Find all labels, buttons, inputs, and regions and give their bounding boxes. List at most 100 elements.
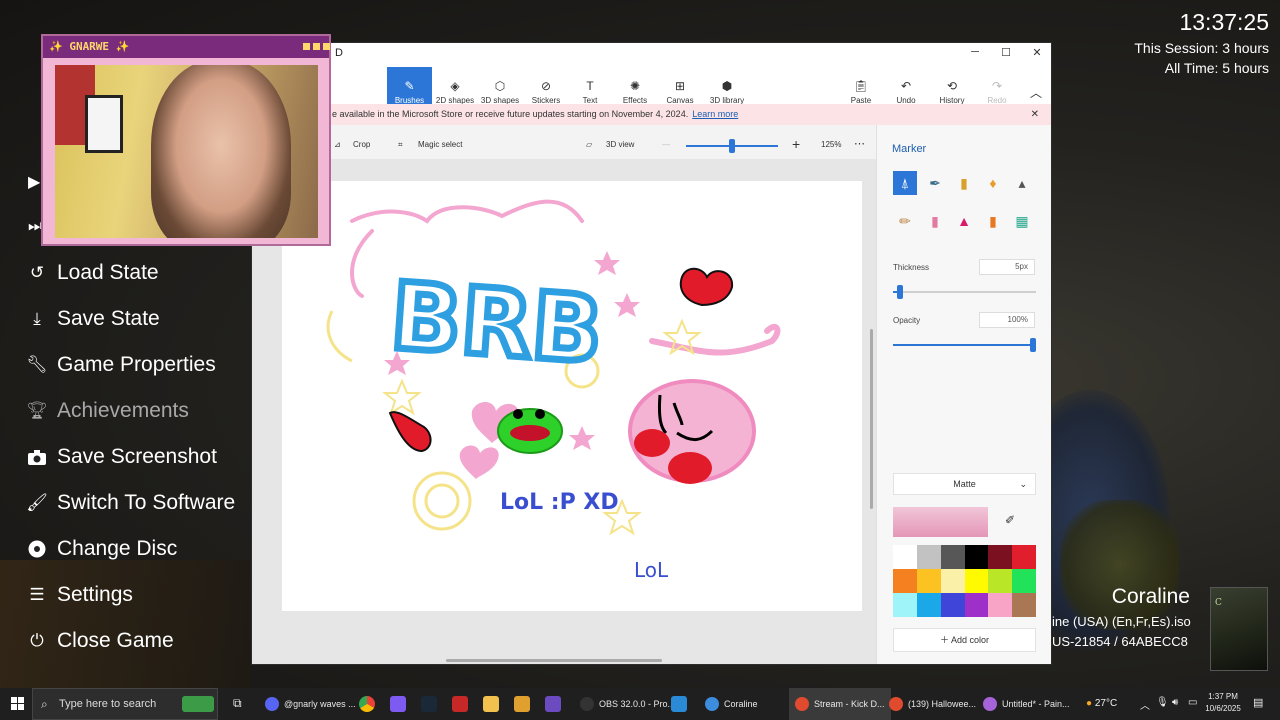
oil-brush-button[interactable]: ▮ [952, 171, 976, 195]
microphone-icon[interactable]: 🎙︎ [1156, 697, 1169, 708]
color-swatch[interactable] [1012, 593, 1036, 617]
thickness-value[interactable]: 5px [979, 259, 1035, 275]
pixel-pen-button[interactable]: ▴ [1010, 171, 1034, 195]
notification-icon[interactable]: ▤ [1253, 696, 1267, 710]
taskbar-app-youtube[interactable]: (139) Hallowee... [883, 688, 982, 720]
eraser-button[interactable]: ▮ [923, 209, 947, 233]
menu-item-game-properties[interactable]: 🔧︎ Game Properties [26, 348, 216, 382]
color-swatch[interactable] [1012, 545, 1036, 569]
zoom-in-button[interactable]: + [792, 136, 800, 152]
minimize-button[interactable]: ─ [960, 46, 990, 62]
crayon-button[interactable]: ▲ [952, 209, 976, 233]
color-swatch[interactable] [1012, 569, 1036, 593]
color-swatch[interactable] [988, 545, 1013, 569]
menu-item-save-state[interactable]: ⤓ Save State [27, 302, 160, 336]
taskbar-app-label: Untitled* - Pain... [1002, 699, 1070, 709]
color-swatch[interactable] [893, 569, 917, 593]
windows-start-icon[interactable] [11, 697, 25, 711]
view-3d-button[interactable]: 3D view [606, 140, 634, 149]
app-icon[interactable] [545, 696, 561, 712]
magic-select-button[interactable]: Magic select [418, 140, 462, 149]
taskbar-app-label: Stream - Kick D... [814, 699, 885, 709]
menu-item-change-disc[interactable]: Change Disc [27, 532, 177, 566]
vertical-scrollbar[interactable] [870, 329, 873, 509]
marker-brush-button[interactable]: ⍋ [893, 171, 917, 195]
sticker-icon: ⊘ [540, 79, 552, 93]
color-swatch[interactable] [964, 545, 989, 569]
search-highlight-icon[interactable] [182, 696, 214, 712]
opacity-value[interactable]: 100% [979, 312, 1035, 328]
add-color-button[interactable]: ＋ Add color [893, 628, 1036, 652]
disc-icon [27, 539, 47, 559]
opacity-slider-thumb[interactable] [1030, 338, 1036, 352]
taskbar-app-kick[interactable]: Stream - Kick D... [789, 688, 891, 720]
eyedropper-icon[interactable]: ✐ [1005, 513, 1015, 527]
taskbar-app-discord[interactable]: @gnarly waves ... [259, 688, 362, 720]
color-swatch[interactable] [916, 593, 941, 617]
chrome-icon[interactable] [359, 696, 375, 712]
finish-dropdown[interactable]: Matte ⌄ [893, 473, 1036, 495]
color-swatch[interactable] [940, 569, 965, 593]
app-icon[interactable] [671, 696, 687, 712]
thickness-slider[interactable] [893, 285, 1036, 299]
menu-item-settings[interactable]: ☰ Settings [27, 578, 133, 612]
color-swatch[interactable] [964, 569, 989, 593]
color-swatch[interactable] [988, 593, 1013, 617]
taskbar-clock[interactable]: 1:37 PM 10/6/2025 [1200, 691, 1246, 715]
taskbar-app-coraline[interactable]: Coraline [699, 688, 764, 720]
volume-icon[interactable]: 🔊︎ [1172, 697, 1178, 708]
learn-more-link[interactable]: Learn more [692, 109, 738, 119]
steam-icon[interactable] [421, 696, 437, 712]
weather-widget[interactable]: ● 27°C [1086, 688, 1117, 720]
zoom-slider[interactable] [686, 139, 778, 153]
menu-item-save-screenshot[interactable]: Save Screenshot [27, 440, 217, 474]
close-button[interactable]: ✕ [1022, 46, 1051, 62]
menu-item-label: Game Properties [57, 353, 216, 376]
library-icon: ⬢ [721, 79, 733, 93]
taskbar-app-paint3d[interactable]: Untitled* - Pain... [977, 688, 1076, 720]
file-explorer-icon[interactable] [483, 696, 499, 712]
color-swatch[interactable] [893, 593, 917, 617]
magic-select-icon[interactable]: ⌗ [398, 140, 403, 150]
app-icon[interactable] [514, 696, 530, 712]
view-3d-icon[interactable]: ▱ [586, 140, 592, 149]
zoom-out-button[interactable]: — [662, 140, 670, 149]
color-swatch[interactable] [916, 569, 941, 593]
color-swatch[interactable] [964, 593, 989, 617]
menu-item-switch-to-software[interactable]: 🖌︎ Switch To Software [26, 486, 235, 520]
crop-icon[interactable]: ⊿ [334, 140, 341, 149]
horizontal-scrollbar[interactable] [446, 659, 662, 662]
fill-button[interactable]: ▦ [1010, 209, 1034, 233]
chevron-up-icon[interactable]: ︿ [1140, 697, 1150, 712]
app-icon[interactable] [452, 696, 468, 712]
crop-button[interactable]: Crop [353, 140, 370, 149]
color-swatch[interactable] [940, 593, 965, 617]
zoom-slider-thumb[interactable] [729, 139, 735, 153]
color-swatch[interactable] [988, 569, 1013, 593]
more-options-icon[interactable]: ⋯ [854, 137, 865, 150]
undo-icon: ↺ [29, 263, 45, 282]
taskbar-app-obs[interactable]: OBS 32.0.0 - Pro... [574, 688, 681, 720]
color-swatch[interactable] [916, 545, 941, 569]
task-view-icon[interactable]: ⧉ [233, 696, 249, 712]
game-launcher-icon[interactable] [390, 696, 406, 712]
finish-value: Matte [953, 479, 976, 489]
drawing-canvas[interactable]: BRB LoL :P XD LoL [282, 181, 862, 611]
opacity-slider[interactable] [893, 338, 1036, 352]
thickness-slider-thumb[interactable] [897, 285, 903, 299]
menu-item-load-state[interactable]: ↺ Load State [27, 256, 159, 290]
menu-item-achievements[interactable]: 🏆︎ Achievements [26, 394, 189, 428]
color-swatch[interactable] [893, 545, 917, 569]
maximize-button[interactable]: ☐ [991, 46, 1021, 62]
watercolor-button[interactable]: ♦︎ [981, 171, 1005, 195]
calligraphy-pen-button[interactable]: ✒︎ [923, 171, 947, 195]
current-color-swatch[interactable] [893, 507, 988, 537]
close-icon[interactable]: ✕ [1031, 104, 1039, 125]
pencil-button[interactable]: ✏︎ [893, 209, 917, 233]
spray-can-button[interactable]: ▮ [981, 209, 1005, 233]
network-icon[interactable]: ▭ [1188, 697, 1197, 708]
color-swatch[interactable] [940, 545, 965, 569]
discord-icon [265, 697, 279, 711]
play-icon[interactable]: ▶ [28, 172, 40, 192]
menu-item-close-game[interactable]: ⏻ Close Game [27, 624, 173, 658]
